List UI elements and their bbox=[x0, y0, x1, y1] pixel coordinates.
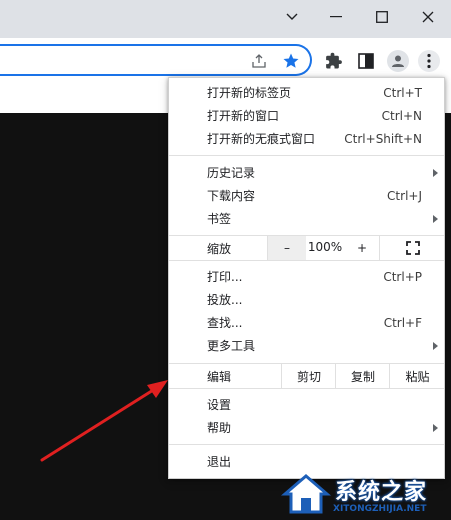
bookmark-star-icon[interactable] bbox=[282, 52, 300, 70]
menu-item-shortcut: Ctrl+Shift+N bbox=[344, 131, 422, 146]
watermark-logo: 系统之家 XITONGZHIJIA.NET bbox=[277, 468, 451, 520]
menu-item-history[interactable]: 历史记录 bbox=[169, 161, 444, 184]
menu-item-label: 打印... bbox=[207, 270, 243, 284]
tab-search-chevron-icon[interactable] bbox=[274, 4, 310, 30]
menu-item-settings[interactable]: 设置 bbox=[169, 393, 444, 416]
submenu-arrow-icon bbox=[433, 341, 438, 350]
edit-label: 编辑 bbox=[207, 370, 232, 384]
submenu-arrow-icon bbox=[433, 423, 438, 432]
paste-button[interactable]: 粘贴 bbox=[389, 364, 445, 388]
zoom-in-label: + bbox=[356, 241, 368, 255]
watermark-subtitle: XITONGZHIJIA.NET bbox=[333, 504, 427, 514]
menu-separator bbox=[169, 155, 444, 156]
menu-item-label: 打开新的窗口 bbox=[207, 109, 280, 123]
menu-item-label: 帮助 bbox=[207, 421, 232, 435]
zoom-out-label: – bbox=[284, 241, 290, 255]
menu-separator bbox=[169, 388, 444, 389]
menu-item-shortcut: Ctrl+T bbox=[383, 85, 422, 100]
menu-item-more-tools[interactable]: 更多工具 bbox=[169, 334, 444, 357]
menu-item-shortcut: Ctrl+F bbox=[383, 315, 422, 330]
menu-item-label: 历史记录 bbox=[207, 166, 256, 180]
fullscreen-icon bbox=[405, 241, 420, 255]
address-bar[interactable] bbox=[0, 44, 312, 76]
menu-item-new-tab[interactable]: 打开新的标签页 Ctrl+T bbox=[169, 81, 444, 104]
menu-item-cast[interactable]: 投放... bbox=[169, 288, 444, 311]
paste-label: 粘贴 bbox=[405, 369, 430, 384]
menu-item-shortcut: Ctrl+N bbox=[381, 108, 422, 123]
submenu-arrow-icon bbox=[433, 214, 438, 223]
menu-item-label: 打开新的无痕式窗口 bbox=[207, 132, 316, 146]
menu-item-label: 下载内容 bbox=[207, 189, 256, 203]
menu-item-label: 投放... bbox=[207, 293, 243, 307]
chrome-main-menu: 打开新的标签页 Ctrl+T 打开新的窗口 Ctrl+N 打开新的无痕式窗口 C… bbox=[168, 77, 445, 479]
share-icon[interactable] bbox=[250, 52, 268, 70]
zoom-row: 缩放 – 100% + bbox=[169, 236, 444, 260]
menu-separator bbox=[169, 260, 444, 261]
zoom-label: 缩放 bbox=[207, 242, 232, 256]
menu-item-help[interactable]: 帮助 bbox=[169, 416, 444, 439]
menu-item-label: 查找... bbox=[207, 316, 243, 330]
menu-item-label: 打开新的标签页 bbox=[207, 86, 292, 100]
menu-separator bbox=[169, 444, 444, 445]
minimize-icon[interactable] bbox=[318, 4, 354, 30]
zoom-out-button[interactable]: – bbox=[267, 236, 306, 260]
copy-label: 复制 bbox=[350, 369, 375, 384]
menu-item-print[interactable]: 打印... Ctrl+P bbox=[169, 265, 444, 288]
fullscreen-button[interactable] bbox=[379, 236, 445, 260]
menu-item-label: 更多工具 bbox=[207, 339, 256, 353]
menu-item-bookmarks[interactable]: 书签 bbox=[169, 207, 444, 230]
menu-item-downloads[interactable]: 下载内容 Ctrl+J bbox=[169, 184, 444, 207]
menu-item-new-window[interactable]: 打开新的窗口 Ctrl+N bbox=[169, 104, 444, 127]
cut-label: 剪切 bbox=[296, 369, 321, 384]
menu-item-label: 书签 bbox=[207, 212, 232, 226]
copy-button[interactable]: 复制 bbox=[335, 364, 390, 388]
side-panel-icon[interactable] bbox=[355, 50, 377, 72]
more-menu-icon[interactable] bbox=[418, 50, 440, 72]
submenu-arrow-icon bbox=[433, 168, 438, 177]
watermark-title: 系统之家 bbox=[335, 480, 428, 505]
edit-row: 编辑 剪切 复制 粘贴 bbox=[169, 364, 444, 388]
house-logo-icon bbox=[281, 474, 331, 514]
close-icon[interactable] bbox=[410, 4, 446, 30]
menu-item-find[interactable]: 查找... Ctrl+F bbox=[169, 311, 444, 334]
menu-item-new-incognito-window[interactable]: 打开新的无痕式窗口 Ctrl+Shift+N bbox=[169, 127, 444, 150]
menu-item-shortcut: Ctrl+P bbox=[383, 269, 422, 284]
menu-item-shortcut: Ctrl+J bbox=[387, 188, 422, 203]
menu-item-label: 退出 bbox=[207, 455, 232, 469]
maximize-icon[interactable] bbox=[364, 4, 400, 30]
cut-button[interactable]: 剪切 bbox=[281, 364, 336, 388]
extensions-puzzle-icon[interactable] bbox=[323, 50, 345, 72]
menu-item-label: 设置 bbox=[207, 398, 232, 412]
title-bar bbox=[0, 0, 451, 38]
zoom-in-button[interactable]: + bbox=[345, 236, 379, 260]
profile-avatar-icon[interactable] bbox=[387, 50, 409, 72]
zoom-level: 100% bbox=[307, 240, 343, 254]
